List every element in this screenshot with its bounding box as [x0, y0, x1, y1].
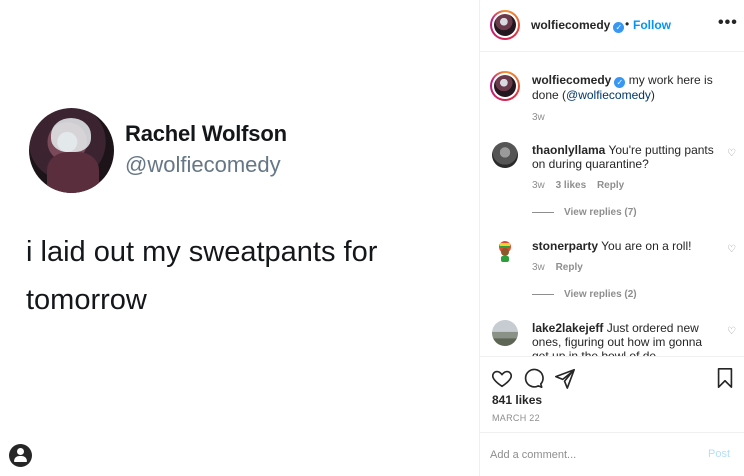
post-comment-button[interactable]: Post [708, 448, 730, 460]
caption: wolfiecomedy ✓ my work here is done (@wol… [532, 73, 713, 102]
reply-button[interactable]: Reply [556, 262, 583, 273]
post-actions: 841 likes MARCH 22 Post [480, 356, 744, 476]
post-info-panel: wolfiecomedy ✓ • Follow ••• wolfiecomedy ✓… [479, 0, 744, 476]
comments-list[interactable]: wolfiecomedy ✓ my work here is done (@wol… [480, 52, 744, 356]
small-heart-icon[interactable]: ♡ [727, 327, 737, 337]
comment-username[interactable]: stonerparty [532, 239, 598, 253]
share-icon[interactable] [554, 367, 576, 389]
header-separator: • [625, 17, 630, 31]
view-replies-button[interactable]: View replies (2) [532, 289, 637, 300]
comment-avatar[interactable] [492, 320, 518, 346]
caption-mention[interactable]: @wolfiecomedy [566, 88, 651, 102]
replies-divider [532, 211, 554, 213]
caption-username[interactable]: wolfiecomedy [532, 73, 611, 87]
heart-icon[interactable] [491, 367, 513, 389]
small-heart-icon[interactable]: ♡ [727, 149, 737, 159]
tweet-text: i laid out my sweatpants for tomorrow [26, 236, 378, 316]
caption-avatar[interactable] [490, 71, 520, 101]
comment-avatar[interactable] [492, 238, 518, 264]
comment-likes[interactable]: 3 likes [556, 180, 587, 191]
reply-button[interactable]: Reply [597, 180, 624, 191]
post-header: wolfiecomedy ✓ • Follow ••• [480, 0, 744, 52]
comment-meta: 3w Reply [532, 262, 591, 273]
replies-divider [532, 293, 554, 295]
comment-timestamp[interactable]: 3w [532, 262, 545, 273]
user-tag-icon[interactable] [9, 444, 32, 467]
verified-badge-icon: ✓ [613, 22, 625, 33]
comment-input[interactable] [490, 443, 690, 467]
tweet-author-handle: @wolfiecomedy [125, 152, 281, 177]
comment-icon[interactable] [522, 367, 544, 389]
tweet-author-name: Rachel Wolfson [125, 121, 287, 146]
verified-badge-icon: ✓ [614, 77, 626, 88]
view-replies-button[interactable]: View replies (7) [532, 207, 637, 218]
caption-timestamp[interactable]: 3w [532, 112, 545, 123]
header-avatar[interactable] [490, 10, 520, 40]
post-date[interactable]: MARCH 22 [492, 413, 540, 423]
comment-text: thaonlyllama You're putting pants on dur… [532, 143, 714, 171]
header-username[interactable]: wolfiecomedy ✓ [531, 18, 625, 33]
comment-avatar[interactable] [492, 142, 518, 168]
post-media[interactable]: Rachel Wolfson @wolfiecomedy i laid out … [0, 0, 479, 476]
add-comment-bar: Post [480, 432, 744, 476]
likes-count[interactable]: 841 likes [492, 393, 542, 407]
comment-text: lake2lakejeff Just ordered new ones, fig… [532, 321, 703, 356]
comment-text: stonerparty You are on a roll! [532, 239, 692, 253]
tweet-avatar [29, 108, 114, 193]
comment-timestamp[interactable]: 3w [532, 180, 545, 191]
bookmark-icon[interactable] [714, 367, 736, 389]
rasta-character-icon [499, 241, 511, 262]
comment-username[interactable]: lake2lakejeff [532, 321, 603, 335]
small-heart-icon[interactable]: ♡ [727, 245, 737, 255]
follow-button[interactable]: Follow [633, 18, 671, 32]
comment-meta: 3w 3 likes Reply [532, 180, 632, 191]
comment-username[interactable]: thaonlyllama [532, 143, 605, 157]
more-options-icon[interactable]: ••• [718, 14, 738, 32]
